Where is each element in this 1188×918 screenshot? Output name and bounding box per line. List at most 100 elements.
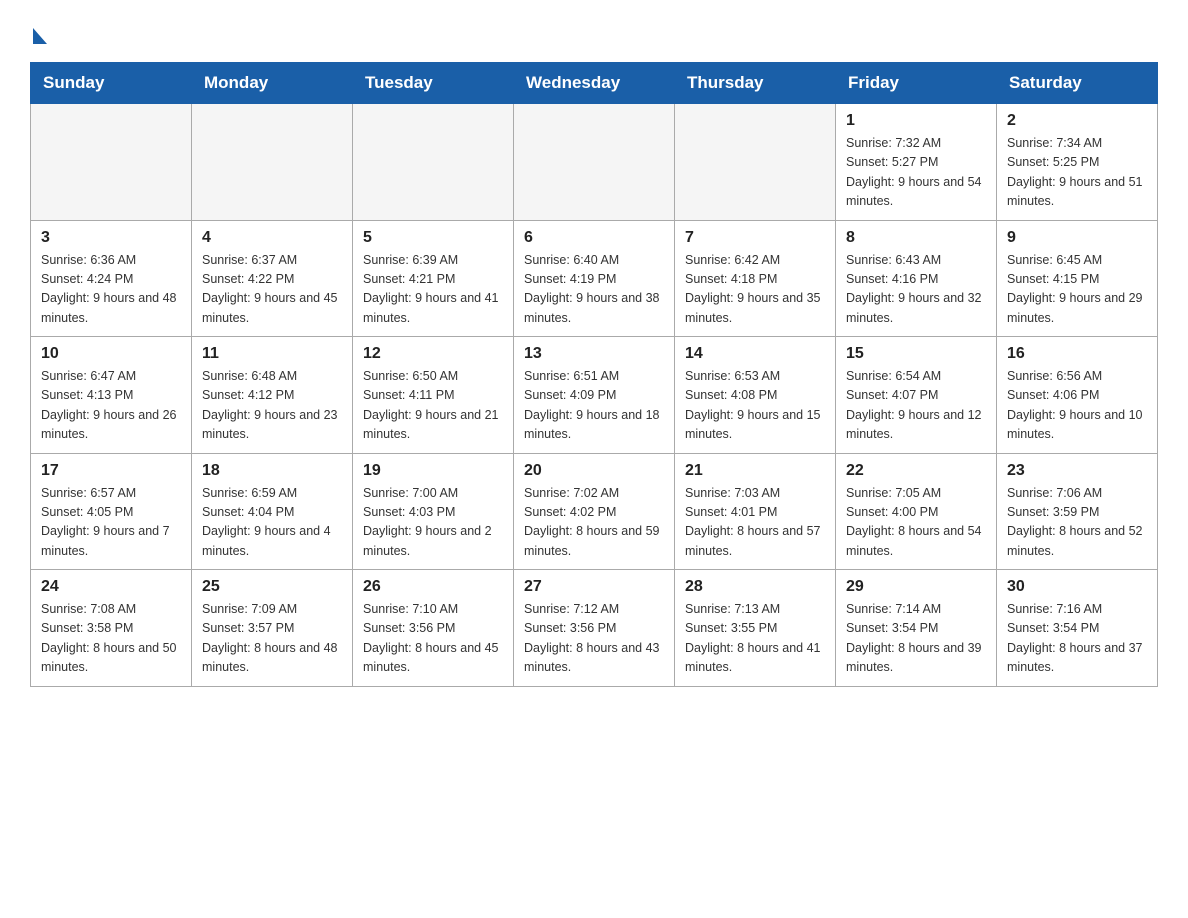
calendar-cell: 3 Sunrise: 6:36 AMSunset: 4:24 PMDaylight… <box>31 220 192 337</box>
calendar-cell: 5 Sunrise: 6:39 AMSunset: 4:21 PMDaylight… <box>353 220 514 337</box>
day-number: 20 <box>524 462 664 480</box>
day-number: 12 <box>363 345 503 363</box>
day-number: 22 <box>846 462 986 480</box>
calendar-cell: 29 Sunrise: 7:14 AMSunset: 3:54 PMDayligh… <box>836 570 997 687</box>
day-number: 9 <box>1007 229 1147 247</box>
day-info: Sunrise: 6:50 AMSunset: 4:11 PMDaylight:… <box>363 367 503 445</box>
day-info: Sunrise: 7:32 AMSunset: 5:27 PMDaylight:… <box>846 134 986 212</box>
day-number: 8 <box>846 229 986 247</box>
day-info: Sunrise: 6:39 AMSunset: 4:21 PMDaylight:… <box>363 251 503 329</box>
day-number: 16 <box>1007 345 1147 363</box>
calendar-cell: 13 Sunrise: 6:51 AMSunset: 4:09 PMDayligh… <box>514 337 675 454</box>
day-info: Sunrise: 7:12 AMSunset: 3:56 PMDaylight:… <box>524 600 664 678</box>
day-info: Sunrise: 7:00 AMSunset: 4:03 PMDaylight:… <box>363 484 503 562</box>
day-info: Sunrise: 6:40 AMSunset: 4:19 PMDaylight:… <box>524 251 664 329</box>
calendar-week-row: 3 Sunrise: 6:36 AMSunset: 4:24 PMDaylight… <box>31 220 1158 337</box>
day-info: Sunrise: 6:59 AMSunset: 4:04 PMDaylight:… <box>202 484 342 562</box>
weekday-header-thursday: Thursday <box>675 63 836 104</box>
calendar-cell: 8 Sunrise: 6:43 AMSunset: 4:16 PMDaylight… <box>836 220 997 337</box>
calendar-cell: 9 Sunrise: 6:45 AMSunset: 4:15 PMDaylight… <box>997 220 1158 337</box>
calendar-week-row: 1 Sunrise: 7:32 AMSunset: 5:27 PMDaylight… <box>31 104 1158 221</box>
day-number: 5 <box>363 229 503 247</box>
calendar-cell: 24 Sunrise: 7:08 AMSunset: 3:58 PMDayligh… <box>31 570 192 687</box>
day-number: 28 <box>685 578 825 596</box>
day-number: 3 <box>41 229 181 247</box>
day-number: 10 <box>41 345 181 363</box>
calendar-cell: 20 Sunrise: 7:02 AMSunset: 4:02 PMDayligh… <box>514 453 675 570</box>
logo-triangle-icon <box>33 28 47 44</box>
weekday-header-row: SundayMondayTuesdayWednesdayThursdayFrid… <box>31 63 1158 104</box>
day-info: Sunrise: 6:43 AMSunset: 4:16 PMDaylight:… <box>846 251 986 329</box>
calendar-cell: 6 Sunrise: 6:40 AMSunset: 4:19 PMDaylight… <box>514 220 675 337</box>
calendar-week-row: 10 Sunrise: 6:47 AMSunset: 4:13 PMDayligh… <box>31 337 1158 454</box>
day-number: 23 <box>1007 462 1147 480</box>
day-number: 15 <box>846 345 986 363</box>
day-number: 17 <box>41 462 181 480</box>
calendar-cell: 25 Sunrise: 7:09 AMSunset: 3:57 PMDayligh… <box>192 570 353 687</box>
calendar-cell <box>675 104 836 221</box>
day-number: 25 <box>202 578 342 596</box>
calendar-cell <box>31 104 192 221</box>
day-info: Sunrise: 6:51 AMSunset: 4:09 PMDaylight:… <box>524 367 664 445</box>
weekday-header-monday: Monday <box>192 63 353 104</box>
calendar-cell <box>514 104 675 221</box>
day-number: 1 <box>846 112 986 130</box>
day-number: 2 <box>1007 112 1147 130</box>
day-number: 6 <box>524 229 664 247</box>
day-number: 27 <box>524 578 664 596</box>
day-info: Sunrise: 7:10 AMSunset: 3:56 PMDaylight:… <box>363 600 503 678</box>
day-number: 26 <box>363 578 503 596</box>
calendar-cell: 22Sunrise: 7:05 AMSunset: 4:00 PMDayligh… <box>836 453 997 570</box>
calendar-cell: 28 Sunrise: 7:13 AMSunset: 3:55 PMDayligh… <box>675 570 836 687</box>
calendar-cell: 10 Sunrise: 6:47 AMSunset: 4:13 PMDayligh… <box>31 337 192 454</box>
day-info: Sunrise: 6:47 AMSunset: 4:13 PMDaylight:… <box>41 367 181 445</box>
day-info: Sunrise: 6:54 AMSunset: 4:07 PMDaylight:… <box>846 367 986 445</box>
calendar-cell <box>192 104 353 221</box>
day-number: 21 <box>685 462 825 480</box>
day-number: 7 <box>685 229 825 247</box>
day-info: Sunrise: 6:45 AMSunset: 4:15 PMDaylight:… <box>1007 251 1147 329</box>
calendar-cell <box>353 104 514 221</box>
calendar-cell: 2 Sunrise: 7:34 AMSunset: 5:25 PMDaylight… <box>997 104 1158 221</box>
day-number: 24 <box>41 578 181 596</box>
day-info: Sunrise: 7:08 AMSunset: 3:58 PMDaylight:… <box>41 600 181 678</box>
calendar-week-row: 17 Sunrise: 6:57 AMSunset: 4:05 PMDayligh… <box>31 453 1158 570</box>
weekday-header-tuesday: Tuesday <box>353 63 514 104</box>
day-number: 4 <box>202 229 342 247</box>
calendar-cell: 16 Sunrise: 6:56 AMSunset: 4:06 PMDayligh… <box>997 337 1158 454</box>
day-number: 13 <box>524 345 664 363</box>
calendar-cell: 17 Sunrise: 6:57 AMSunset: 4:05 PMDayligh… <box>31 453 192 570</box>
day-number: 19 <box>363 462 503 480</box>
day-info: Sunrise: 7:02 AMSunset: 4:02 PMDaylight:… <box>524 484 664 562</box>
day-number: 18 <box>202 462 342 480</box>
day-info: Sunrise: 7:09 AMSunset: 3:57 PMDaylight:… <box>202 600 342 678</box>
weekday-header-saturday: Saturday <box>997 63 1158 104</box>
calendar-cell: 15 Sunrise: 6:54 AMSunset: 4:07 PMDayligh… <box>836 337 997 454</box>
calendar-cell: 7Sunrise: 6:42 AMSunset: 4:18 PMDaylight… <box>675 220 836 337</box>
day-info: Sunrise: 7:16 AMSunset: 3:54 PMDaylight:… <box>1007 600 1147 678</box>
day-info: Sunrise: 6:53 AMSunset: 4:08 PMDaylight:… <box>685 367 825 445</box>
calendar-cell: 19 Sunrise: 7:00 AMSunset: 4:03 PMDayligh… <box>353 453 514 570</box>
calendar-cell: 11Sunrise: 6:48 AMSunset: 4:12 PMDayligh… <box>192 337 353 454</box>
day-info: Sunrise: 7:06 AMSunset: 3:59 PMDaylight:… <box>1007 484 1147 562</box>
calendar-cell: 14Sunrise: 6:53 AMSunset: 4:08 PMDayligh… <box>675 337 836 454</box>
day-number: 29 <box>846 578 986 596</box>
calendar-cell: 1 Sunrise: 7:32 AMSunset: 5:27 PMDaylight… <box>836 104 997 221</box>
calendar-table: SundayMondayTuesdayWednesdayThursdayFrid… <box>30 62 1158 687</box>
weekday-header-sunday: Sunday <box>31 63 192 104</box>
day-number: 11 <box>202 345 342 363</box>
calendar-cell: 27 Sunrise: 7:12 AMSunset: 3:56 PMDayligh… <box>514 570 675 687</box>
calendar-cell: 21 Sunrise: 7:03 AMSunset: 4:01 PMDayligh… <box>675 453 836 570</box>
day-number: 30 <box>1007 578 1147 596</box>
day-info: Sunrise: 6:36 AMSunset: 4:24 PMDaylight:… <box>41 251 181 329</box>
day-info: Sunrise: 7:03 AMSunset: 4:01 PMDaylight:… <box>685 484 825 562</box>
weekday-header-wednesday: Wednesday <box>514 63 675 104</box>
day-info: Sunrise: 7:13 AMSunset: 3:55 PMDaylight:… <box>685 600 825 678</box>
calendar-cell: 18 Sunrise: 6:59 AMSunset: 4:04 PMDayligh… <box>192 453 353 570</box>
calendar-cell: 12 Sunrise: 6:50 AMSunset: 4:11 PMDayligh… <box>353 337 514 454</box>
day-info: Sunrise: 6:57 AMSunset: 4:05 PMDaylight:… <box>41 484 181 562</box>
day-info: Sunrise: 7:34 AMSunset: 5:25 PMDaylight:… <box>1007 134 1147 212</box>
day-info: Sunrise: 6:56 AMSunset: 4:06 PMDaylight:… <box>1007 367 1147 445</box>
logo <box>30 20 47 44</box>
day-info: Sunrise: 7:14 AMSunset: 3:54 PMDaylight:… <box>846 600 986 678</box>
